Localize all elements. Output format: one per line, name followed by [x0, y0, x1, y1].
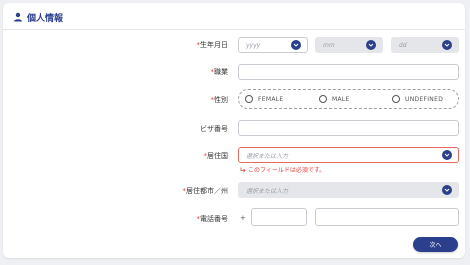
birth-month-placeholder: mm	[323, 41, 335, 49]
section-header: 個人情報	[13, 8, 63, 26]
city-state-select[interactable]: 選択または入力	[238, 182, 459, 198]
chevron-down-icon	[442, 150, 452, 160]
user-icon	[14, 12, 22, 22]
birth-year-select[interactable]: yyyy	[238, 37, 308, 53]
gender-option-male[interactable]: MALE	[319, 95, 350, 103]
visa-number-label-text: ビザ番号	[200, 125, 228, 133]
next-button[interactable]: 次へ	[413, 237, 458, 252]
country-placeholder: 選択または入力	[246, 152, 289, 160]
gender-radio-group: FEMALE MALE UNDEFINED	[238, 89, 459, 109]
chevron-down-icon	[291, 40, 301, 50]
city-state-label: *居住都市／州	[143, 186, 229, 196]
gender-label: *性別	[153, 95, 229, 105]
chevron-down-icon	[366, 40, 376, 50]
chevron-down-icon	[442, 40, 452, 50]
birthdate-label: *生年月日	[153, 40, 229, 50]
occupation-label-text: 職業	[214, 68, 228, 76]
gender-option-label: FEMALE	[258, 95, 284, 103]
birth-month-select[interactable]: mm	[315, 37, 383, 53]
birth-day-placeholder: dd	[399, 41, 407, 49]
radio-circle[interactable]	[319, 95, 327, 103]
gender-option-undefined[interactable]: UNDEFINED	[392, 95, 443, 103]
birthdate-label-text: 生年月日	[200, 41, 228, 49]
phone-number-input[interactable]	[315, 208, 459, 226]
phone-prefix: +	[240, 214, 246, 222]
gender-label-text: 性別	[214, 96, 228, 104]
occupation-input[interactable]	[238, 64, 459, 80]
gender-option-female[interactable]: FEMALE	[245, 95, 283, 103]
phone-label-text: 電話番号	[200, 215, 228, 223]
country-error-text: このフィールドは必須です。	[248, 167, 326, 174]
gender-option-label: UNDEFINED	[405, 95, 444, 103]
country-label: *居住国	[153, 151, 229, 161]
occupation-label: *職業	[153, 67, 229, 77]
country-label-text: 居住国	[207, 152, 228, 160]
city-state-placeholder: 選択または入力	[246, 187, 289, 195]
personal-info-card: 個人情報 *生年月日 yyyy mm dd *職業 *性別 FEMALE MAL…	[3, 3, 465, 258]
phone-country-code-input[interactable]	[251, 208, 307, 226]
visa-number-input[interactable]	[238, 120, 459, 136]
radio-circle[interactable]	[392, 95, 400, 103]
phone-label: *電話番号	[153, 214, 229, 224]
section-title: 個人情報	[27, 13, 64, 24]
chevron-down-icon	[442, 185, 452, 195]
birth-day-select[interactable]: dd	[391, 37, 459, 53]
header-divider	[3, 29, 465, 30]
city-state-label-text: 居住都市／州	[186, 187, 228, 195]
birth-year-placeholder: yyyy	[246, 41, 261, 49]
country-select[interactable]: 選択または入力	[238, 147, 459, 163]
gender-option-label: MALE	[332, 95, 350, 103]
radio-circle[interactable]	[245, 95, 253, 103]
country-error-message: このフィールドは必須です。	[240, 165, 325, 174]
return-arrow-icon	[240, 167, 246, 172]
visa-number-label: ビザ番号	[153, 124, 228, 134]
